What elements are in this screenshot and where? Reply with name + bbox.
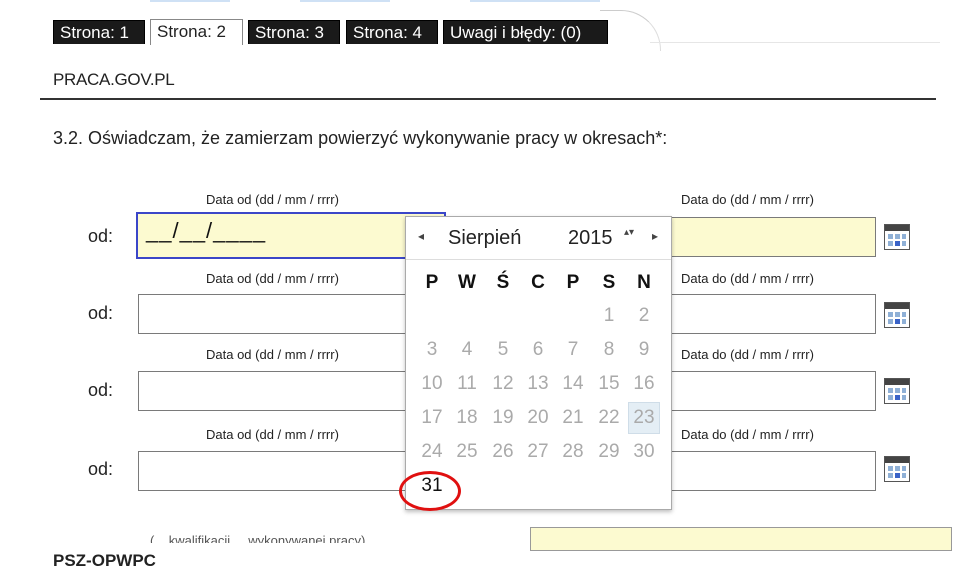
- date-from-input[interactable]: __/__/____: [136, 212, 446, 259]
- calendar-day[interactable]: 24: [416, 441, 448, 463]
- weekday-label: W: [458, 272, 476, 293]
- calendar-day[interactable]: 29: [593, 441, 625, 463]
- calendar-day[interactable]: 4: [451, 339, 483, 361]
- date-picker-header: ◂ Sierpień 2015 ▴▾ ▸: [406, 217, 671, 260]
- calendar-day[interactable]: 30: [628, 441, 660, 463]
- date-from-label: Data od (dd / mm / rrrr): [206, 347, 339, 362]
- calendar-day[interactable]: 17: [416, 407, 448, 429]
- date-to-input[interactable]: [670, 217, 876, 257]
- year-selector[interactable]: 2015: [568, 227, 613, 250]
- calendar-day[interactable]: 22: [593, 407, 625, 429]
- site-title: PRACA.GOV.PL: [53, 70, 175, 89]
- tab-strona-4[interactable]: Strona: 4: [346, 20, 438, 44]
- calendar-day[interactable]: 7: [557, 339, 589, 361]
- calendar-day[interactable]: 25: [451, 441, 483, 463]
- date-to-input[interactable]: [670, 451, 876, 491]
- weekday-label: P: [425, 272, 439, 293]
- calendar-day[interactable]: 19: [487, 407, 519, 429]
- calendar-day[interactable]: 15: [593, 373, 625, 395]
- date-from-label: Data od (dd / mm / rrrr): [206, 427, 339, 442]
- tab-uwagi-bledy[interactable]: Uwagi i błędy: (0): [443, 20, 608, 44]
- highlight-circle: [399, 471, 461, 511]
- date-to-label: Data do (dd / mm / rrrr): [681, 271, 814, 286]
- calendar-day[interactable]: 8: [593, 339, 625, 361]
- calendar-day[interactable]: 13: [522, 373, 554, 395]
- year-spin-icon[interactable]: ▴▾: [624, 228, 634, 238]
- date-to-input[interactable]: [670, 294, 876, 334]
- calendar-day[interactable]: 18: [451, 407, 483, 429]
- date-to-label: Data do (dd / mm / rrrr): [681, 192, 814, 207]
- calendar-day[interactable]: 21: [557, 407, 589, 429]
- weekday-label: S: [602, 272, 616, 293]
- date-from-label: Data od (dd / mm / rrrr): [206, 192, 339, 207]
- calendar-day[interactable]: 14: [557, 373, 589, 395]
- date-to-label: Data do (dd / mm / rrrr): [681, 427, 814, 442]
- calendar-day[interactable]: 3: [416, 339, 448, 361]
- footer-code: PSZ-OPWPC: [53, 551, 156, 570]
- calendar-day[interactable]: 26: [487, 441, 519, 463]
- calendar-day[interactable]: 16: [628, 373, 660, 395]
- header-rule: [40, 98, 936, 100]
- weekday-label: Ś: [496, 272, 510, 293]
- calendar-icon[interactable]: [884, 302, 910, 328]
- tab-strona-1[interactable]: Strona: 1: [53, 20, 145, 44]
- date-from-label: Data od (dd / mm / rrrr): [206, 271, 339, 286]
- calendar-day[interactable]: 12: [487, 373, 519, 395]
- date-from-input[interactable]: [138, 371, 408, 411]
- tab-strona-3[interactable]: Strona: 3: [248, 20, 340, 44]
- calendar-day[interactable]: 20: [522, 407, 554, 429]
- calendar-day[interactable]: 27: [522, 441, 554, 463]
- calendar-day[interactable]: 11: [451, 373, 483, 395]
- calendar-day[interactable]: 2: [628, 305, 660, 327]
- calendar-icon[interactable]: [884, 456, 910, 482]
- weekday-label: N: [637, 272, 651, 293]
- calendar-day[interactable]: 5: [487, 339, 519, 361]
- calendar-day[interactable]: 9: [628, 339, 660, 361]
- date-from-input[interactable]: [138, 294, 408, 334]
- od-label: od:: [88, 226, 114, 246]
- top-divider: [300, 0, 390, 2]
- calendar-icon[interactable]: [884, 378, 910, 404]
- od-label: od:: [88, 380, 114, 400]
- statement-text: 3.2. Oświadczam, że zamierzam powierzyć …: [53, 128, 668, 148]
- tab-strip-edge: [600, 10, 661, 51]
- weekday-label: C: [531, 272, 545, 293]
- calendar-day[interactable]: 23: [628, 402, 660, 434]
- prev-month-arrow-icon[interactable]: ◂: [418, 229, 424, 243]
- partial-label: (... kwalifikacji ... wykonywanej pracy): [150, 533, 366, 543]
- next-month-arrow-icon[interactable]: ▸: [652, 229, 658, 243]
- od-label: od:: [88, 459, 114, 479]
- calendar-day[interactable]: 10: [416, 373, 448, 395]
- tab-strip-line: [650, 42, 940, 43]
- tab-strona-2[interactable]: Strona: 2: [150, 19, 243, 45]
- date-from-input[interactable]: [138, 451, 408, 491]
- weekday-label: P: [566, 272, 580, 293]
- date-picker-popup: ◂ Sierpień 2015 ▴▾ ▸ PWŚCPSN 1 2 3 4 5 6 7 8 9 10…: [405, 216, 672, 510]
- top-divider: [470, 0, 600, 2]
- calendar-day[interactable]: 1: [593, 305, 625, 327]
- od-label: od:: [88, 303, 114, 323]
- date-to-label: Data do (dd / mm / rrrr): [681, 347, 814, 362]
- date-mask-text: __/__/____: [146, 218, 267, 243]
- calendar-day[interactable]: 6: [522, 339, 554, 361]
- calendar-icon[interactable]: [884, 224, 910, 250]
- calendar-day[interactable]: 28: [557, 441, 589, 463]
- bottom-input[interactable]: [530, 527, 952, 551]
- top-divider: [150, 0, 230, 2]
- date-to-input[interactable]: [670, 371, 876, 411]
- month-selector[interactable]: Sierpień: [448, 227, 521, 250]
